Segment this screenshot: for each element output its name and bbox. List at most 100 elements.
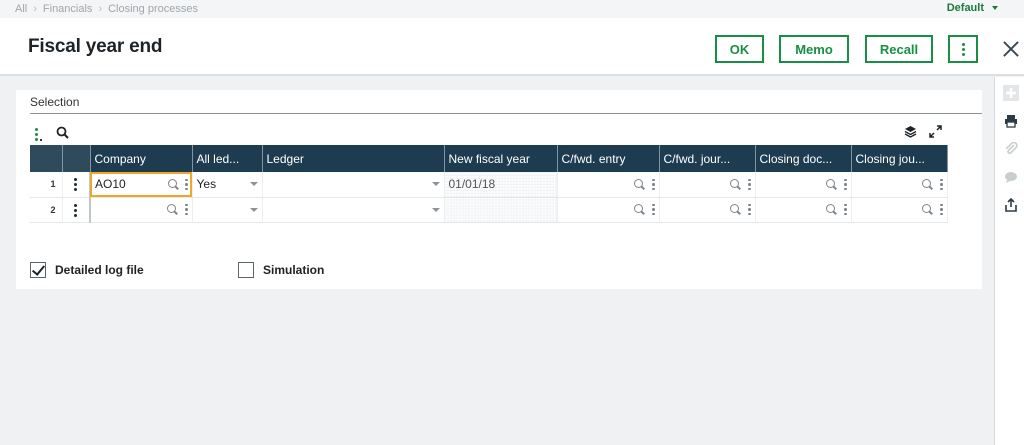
column-header-new-fiscal-year[interactable]: New fiscal year: [444, 145, 558, 172]
detailed-log-label: Detailed log file: [55, 263, 144, 277]
table-row: 1 AO10 Yes 01/01/18: [30, 172, 948, 198]
grid-menu-icon[interactable]: [35, 127, 42, 141]
table-row: 2: [30, 197, 948, 223]
lookup-icon[interactable]: [730, 204, 741, 215]
new-fiscal-year-cell: [444, 197, 558, 223]
all-ledgers-cell[interactable]: [192, 197, 263, 223]
dropdown-arrow-icon[interactable]: [431, 207, 440, 212]
cfwd-entry-cell[interactable]: [557, 172, 660, 198]
section-title: Selection: [30, 95, 80, 109]
lookup-icon[interactable]: [168, 178, 179, 190]
field-menu-icon[interactable]: [748, 203, 751, 216]
section-divider: [30, 113, 982, 114]
breadcrumb-closing-processes[interactable]: Closing processes: [108, 3, 198, 15]
plus-icon[interactable]: [1003, 85, 1019, 101]
profile-selector[interactable]: Default: [947, 2, 998, 14]
cfwd-journal-cell[interactable]: [659, 197, 756, 223]
column-header-all-ledgers[interactable]: All led...: [192, 145, 263, 172]
closing-journal-cell[interactable]: [851, 197, 948, 223]
field-menu-icon[interactable]: [940, 178, 943, 190]
row-menu-button[interactable]: [62, 197, 91, 223]
field-menu-icon[interactable]: [844, 178, 847, 190]
simulation-option[interactable]: Simulation: [238, 262, 324, 278]
row-menu-button[interactable]: [62, 172, 91, 198]
more-vertical-icon: [74, 178, 78, 192]
breadcrumb-all[interactable]: All: [15, 3, 27, 15]
all-ledgers-value[interactable]: Yes: [197, 177, 217, 191]
all-ledgers-cell[interactable]: Yes: [192, 172, 263, 198]
ledger-cell[interactable]: [262, 172, 445, 198]
closing-doc-cell[interactable]: [755, 197, 852, 223]
row-number: 1: [30, 172, 63, 198]
grid-toolbar: [35, 126, 69, 142]
field-menu-icon[interactable]: [185, 178, 188, 190]
page-title: Fiscal year end: [28, 36, 163, 57]
column-header-ledger[interactable]: Ledger: [262, 145, 445, 172]
search-icon[interactable]: [56, 126, 69, 142]
close-icon[interactable]: [1000, 38, 1022, 60]
dropdown-arrow-icon[interactable]: [249, 182, 258, 187]
field-menu-icon[interactable]: [185, 203, 188, 216]
column-header-closing-doc[interactable]: Closing doc...: [755, 145, 852, 172]
layers-icon[interactable]: [904, 125, 917, 141]
detailed-log-option[interactable]: Detailed log file: [30, 262, 144, 278]
field-menu-icon[interactable]: [748, 178, 751, 190]
company-value[interactable]: AO10: [95, 177, 126, 191]
column-header-closing-journal[interactable]: Closing jou...: [851, 145, 948, 172]
row-menu-header: [62, 145, 91, 172]
field-menu-icon[interactable]: [652, 203, 655, 216]
ledger-cell[interactable]: [262, 197, 445, 223]
ok-button[interactable]: OK: [715, 35, 764, 63]
more-actions-button[interactable]: [948, 35, 978, 63]
field-menu-icon[interactable]: [844, 203, 847, 216]
lookup-icon[interactable]: [167, 204, 178, 215]
comment-icon[interactable]: [1003, 169, 1019, 185]
company-cell[interactable]: [90, 197, 193, 223]
selection-panel: Selection Company All led... Ledger New …: [16, 90, 982, 289]
chevron-right-icon: ›: [98, 3, 103, 15]
lookup-icon[interactable]: [730, 178, 741, 190]
lookup-icon[interactable]: [922, 178, 933, 190]
lookup-icon[interactable]: [826, 178, 837, 190]
cfwd-entry-cell[interactable]: [557, 197, 660, 223]
page-header: Fiscal year end OK Memo Recall: [0, 18, 1024, 76]
dropdown-arrow-icon[interactable]: [431, 182, 440, 187]
row-number-header: [30, 145, 63, 172]
memo-button[interactable]: Memo: [779, 35, 849, 63]
more-vertical-icon: [74, 203, 78, 217]
lookup-icon[interactable]: [634, 204, 645, 215]
new-fiscal-year-cell: 01/01/18: [444, 172, 558, 198]
breadcrumb: All › Financials › Closing processes: [15, 3, 198, 15]
breadcrumb-financials[interactable]: Financials: [43, 3, 93, 15]
recall-button[interactable]: Recall: [865, 35, 933, 63]
print-icon[interactable]: [1003, 113, 1019, 129]
lookup-icon[interactable]: [922, 204, 933, 215]
dropdown-arrow-icon[interactable]: [249, 207, 258, 212]
export-icon[interactable]: [1003, 197, 1019, 213]
field-menu-icon[interactable]: [940, 203, 943, 216]
more-vertical-icon: [961, 42, 965, 56]
closing-doc-cell[interactable]: [755, 172, 852, 198]
expand-icon[interactable]: [929, 125, 942, 141]
company-cell[interactable]: AO10: [90, 172, 193, 198]
field-menu-icon[interactable]: [652, 178, 655, 190]
selection-grid: Company All led... Ledger New fiscal yea…: [30, 145, 948, 223]
column-header-cfwd-journal[interactable]: C/fwd. jour...: [659, 145, 756, 172]
new-fiscal-year-value: 01/01/18: [448, 177, 496, 192]
chevron-right-icon: ›: [33, 3, 37, 15]
detailed-log-checkbox[interactable]: [30, 262, 46, 278]
closing-journal-cell[interactable]: [851, 172, 948, 198]
attachment-icon[interactable]: [1003, 141, 1019, 157]
caret-down-icon: [992, 6, 998, 10]
column-header-company[interactable]: Company: [90, 145, 193, 172]
lookup-icon[interactable]: [826, 204, 837, 215]
cfwd-journal-cell[interactable]: [659, 172, 756, 198]
grid-header-row: Company All led... Ledger New fiscal yea…: [30, 145, 948, 172]
profile-label: Default: [946, 2, 984, 14]
row-number: 2: [30, 197, 63, 223]
right-rail: [994, 77, 1024, 445]
simulation-checkbox[interactable]: [238, 262, 254, 278]
breadcrumb-bar: All › Financials › Closing processes Def…: [0, 0, 1024, 18]
lookup-icon[interactable]: [634, 178, 645, 190]
column-header-cfwd-entry[interactable]: C/fwd. entry: [557, 145, 660, 172]
